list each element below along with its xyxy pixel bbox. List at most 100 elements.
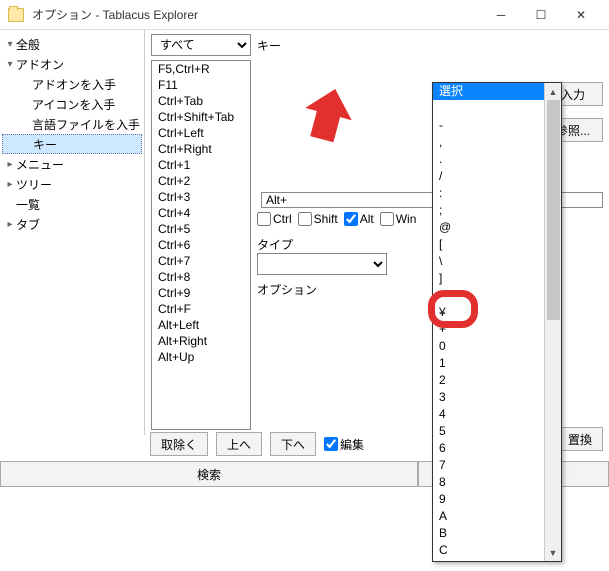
down-button[interactable]: 下へ — [270, 432, 316, 456]
minimize-button[interactable]: ─ — [481, 1, 521, 29]
dropdown-item[interactable]: 7 — [433, 457, 561, 474]
tree-item[interactable]: アドオンを入手 — [2, 74, 142, 94]
tree-item[interactable]: ▾アドオン — [2, 54, 142, 74]
dropdown-item[interactable]: . — [433, 151, 561, 168]
shortcut-item[interactable]: F11 — [152, 77, 250, 93]
close-button[interactable]: ✕ — [561, 1, 601, 29]
options-label: オプション — [257, 283, 317, 297]
dropdown-item[interactable]: ^ — [433, 287, 561, 304]
remove-button[interactable]: 取除く — [150, 432, 208, 456]
shortcut-item[interactable]: Ctrl+8 — [152, 269, 250, 285]
chevron-icon: ▾ — [4, 59, 16, 70]
shortcut-item[interactable]: Ctrl+6 — [152, 237, 250, 253]
dropdown-item[interactable]: - — [433, 117, 561, 134]
key-label: キー — [257, 37, 281, 54]
tree-item[interactable]: ▾全般 — [2, 34, 142, 54]
type-label: タイプ — [257, 238, 293, 252]
titlebar: オプション - Tablacus Explorer ─ ☐ ✕ — [0, 0, 609, 30]
maximize-button[interactable]: ☐ — [521, 1, 561, 29]
dropdown-item[interactable]: B — [433, 525, 561, 542]
dropdown-item[interactable]: \ — [433, 253, 561, 270]
shift-checkbox[interactable]: Shift — [298, 212, 338, 226]
dropdown-item[interactable]: 9 — [433, 491, 561, 508]
shortcut-item[interactable]: Alt+Up — [152, 349, 250, 365]
dropdown-item[interactable]: ¥ — [433, 304, 561, 321]
chevron-icon: ▾ — [4, 39, 16, 50]
dropdown-item[interactable]: , — [433, 134, 561, 151]
ctrl-checkbox[interactable]: Ctrl — [257, 212, 292, 226]
shortcut-item[interactable]: Alt+Right — [152, 333, 250, 349]
dropdown-item[interactable]: @ — [433, 219, 561, 236]
tree-item-label: アイコンを入手 — [32, 96, 115, 113]
filter-select[interactable]: すべて — [151, 34, 251, 56]
tree-item-label: 全般 — [16, 36, 40, 53]
shortcut-item[interactable]: Ctrl+5 — [152, 221, 250, 237]
dropdown-item[interactable]: C — [433, 542, 561, 559]
tree-item[interactable]: ▸ツリー — [2, 174, 142, 194]
shortcut-item[interactable]: F5,Ctrl+R — [152, 61, 250, 77]
chevron-icon: ▸ — [4, 179, 16, 190]
chevron-icon: ▸ — [4, 219, 16, 230]
scroll-thumb[interactable] — [547, 100, 560, 320]
dropdown-item[interactable]: D — [433, 559, 561, 562]
shortcut-item[interactable]: Ctrl+4 — [152, 205, 250, 221]
dropdown-item[interactable]: 1 — [433, 355, 561, 372]
tree-item[interactable]: ▸タブ — [2, 214, 142, 234]
shortcut-item[interactable]: Ctrl+7 — [152, 253, 250, 269]
chevron-icon: ▸ — [4, 159, 16, 170]
dropdown-item[interactable]: + — [433, 321, 561, 338]
tree-item-label: キー — [33, 136, 57, 153]
shortcut-item[interactable]: Alt+Left — [152, 317, 250, 333]
dropdown-item[interactable]: [ — [433, 236, 561, 253]
dropdown-item[interactable]: 6 — [433, 440, 561, 457]
dropdown-item[interactable]: 5 — [433, 423, 561, 440]
tree-item[interactable]: ▸メニュー — [2, 154, 142, 174]
replace-button[interactable]: 置換 — [557, 427, 603, 451]
dropdown-item[interactable]: 8 — [433, 474, 561, 491]
tree-item[interactable]: 言語ファイルを入手 — [2, 114, 142, 134]
shortcut-list[interactable]: F5,Ctrl+RF11Ctrl+TabCtrl+Shift+TabCtrl+L… — [151, 60, 251, 430]
dropdown-item[interactable] — [433, 100, 561, 117]
shortcut-item[interactable]: Ctrl+2 — [152, 173, 250, 189]
shortcut-item[interactable]: Ctrl+Tab — [152, 93, 250, 109]
alt-checkbox[interactable]: Alt — [344, 212, 374, 226]
tree-item[interactable]: 一覧 — [2, 194, 142, 214]
search-button[interactable]: 検索 — [0, 461, 418, 487]
tree-item-label: アドオン — [16, 56, 64, 73]
dropdown-item[interactable]: A — [433, 508, 561, 525]
tree-item-label: アドオンを入手 — [32, 76, 116, 93]
tree-item[interactable]: キー — [2, 134, 142, 154]
scroll-down-icon[interactable]: ▼ — [545, 544, 561, 561]
shortcut-item[interactable]: Ctrl+Right — [152, 141, 250, 157]
tree-item-label: タブ — [16, 216, 40, 233]
shortcut-item[interactable]: Ctrl+Shift+Tab — [152, 109, 250, 125]
tree-item-label: メニュー — [16, 156, 64, 173]
dropdown-item[interactable]: 選択 — [433, 83, 561, 100]
window-title: オプション - Tablacus Explorer — [32, 6, 481, 23]
key-dropdown[interactable]: 選択-,./:;@[\]^¥+0123456789ABCDEFG ▲ ▼ — [432, 82, 562, 562]
shortcut-item[interactable]: Ctrl+Left — [152, 125, 250, 141]
up-button[interactable]: 上へ — [216, 432, 262, 456]
dropdown-item[interactable]: : — [433, 185, 561, 202]
nav-tree[interactable]: ▾全般▾アドオンアドオンを入手アイコンを入手言語ファイルを入手キー▸メニュー▸ツ… — [0, 30, 145, 435]
folder-icon — [8, 8, 24, 22]
dropdown-item[interactable]: / — [433, 168, 561, 185]
dropdown-item[interactable]: 2 — [433, 372, 561, 389]
scrollbar[interactable]: ▲ ▼ — [544, 83, 561, 561]
dropdown-item[interactable]: 4 — [433, 406, 561, 423]
scroll-up-icon[interactable]: ▲ — [545, 83, 561, 100]
tree-item-label: 一覧 — [16, 196, 40, 213]
tree-item[interactable]: アイコンを入手 — [2, 94, 142, 114]
type-select[interactable] — [257, 253, 387, 275]
dropdown-item[interactable]: 3 — [433, 389, 561, 406]
win-checkbox[interactable]: Win — [380, 212, 417, 226]
dropdown-item[interactable]: 0 — [433, 338, 561, 355]
shortcut-item[interactable]: Ctrl+3 — [152, 189, 250, 205]
edit-checkbox[interactable]: 編集 — [324, 436, 364, 453]
dropdown-item[interactable]: ] — [433, 270, 561, 287]
tree-item-label: 言語ファイルを入手 — [32, 116, 140, 133]
shortcut-item[interactable]: Ctrl+1 — [152, 157, 250, 173]
shortcut-item[interactable]: Ctrl+F — [152, 301, 250, 317]
shortcut-item[interactable]: Ctrl+9 — [152, 285, 250, 301]
dropdown-item[interactable]: ; — [433, 202, 561, 219]
